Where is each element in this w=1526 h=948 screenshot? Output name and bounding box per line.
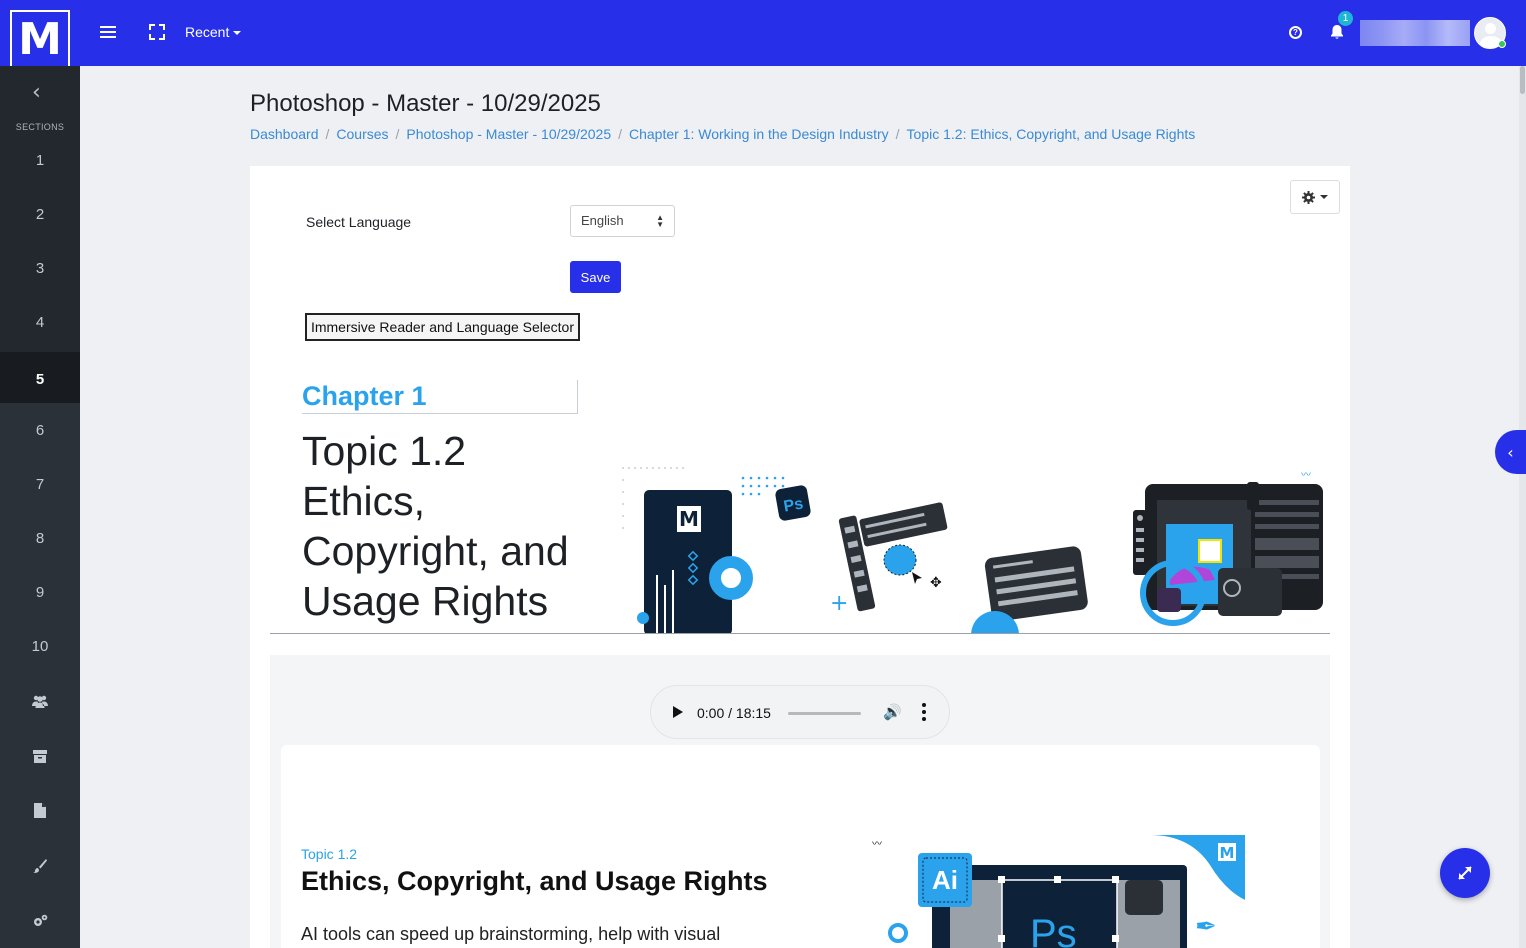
hamburger-menu-icon[interactable] — [100, 22, 116, 42]
section-link-2[interactable]: 2 — [0, 187, 80, 241]
section-link-10[interactable]: 10 — [0, 619, 80, 673]
section-link-6[interactable]: 6 — [0, 403, 80, 457]
caret-down-icon — [1320, 195, 1328, 199]
audio-seek-bar[interactable] — [788, 712, 861, 715]
scrollbar-thumb[interactable] — [1520, 66, 1525, 94]
expand-content-button[interactable] — [1440, 848, 1490, 898]
section-link-4[interactable]: 4 — [0, 295, 80, 349]
notification-count-badge: 1 — [1338, 11, 1353, 26]
svg-text:+: + — [830, 591, 848, 616]
section-link-3[interactable]: 3 — [0, 241, 80, 295]
svg-text:〰: 〰 — [872, 839, 882, 850]
play-icon[interactable] — [673, 706, 683, 718]
chapter-label: Chapter 1 — [302, 381, 427, 411]
chevron-left-icon: ‹ — [1507, 442, 1514, 462]
select-arrows-icon: ▲ ▼ — [656, 213, 664, 229]
more-options-icon[interactable] — [922, 703, 926, 721]
topic-title: Ethics, Copyright, and Usage Rights — [301, 866, 768, 896]
section-link-8[interactable]: 8 — [0, 511, 80, 565]
select-language-label: Select Language — [306, 214, 412, 230]
svg-text:〰: 〰 — [1301, 470, 1311, 481]
chapter-divider — [302, 413, 578, 414]
audio-time: 0:00 / 18:15 — [697, 705, 771, 721]
site-logo[interactable]: M — [10, 10, 70, 70]
svg-text:M: M — [679, 507, 699, 531]
online-status-dot — [1498, 40, 1506, 48]
cogs-icon — [34, 914, 48, 926]
hero-bottom-rule — [270, 633, 1330, 634]
sidebar-brush-button[interactable] — [0, 838, 80, 893]
fullscreen-toggle-icon[interactable] — [148, 23, 166, 41]
file-icon — [34, 803, 46, 818]
svg-text:Ps: Ps — [1030, 912, 1077, 948]
caret-down-icon — [233, 31, 242, 36]
save-button[interactable]: Save — [570, 261, 621, 293]
users-icon — [32, 695, 48, 708]
brush-icon — [33, 858, 47, 873]
svg-text:✒: ✒ — [1195, 912, 1217, 942]
ai-ps-illustration: M Ps Ai ✒ 〰 — [872, 835, 1245, 948]
chapter-divider-vertical — [577, 380, 578, 414]
page-settings-menu-button[interactable] — [1290, 180, 1340, 214]
sidebar-file-button[interactable] — [0, 783, 80, 838]
breadcrumb-item-dashboard[interactable]: Dashboard — [250, 126, 319, 142]
svg-text:✥: ✥ — [930, 575, 942, 591]
breadcrumb-item-courses[interactable]: Courses — [336, 126, 388, 142]
sections-label: SECTIONS — [15, 122, 65, 132]
section-link-7[interactable]: 7 — [0, 457, 80, 511]
page-title: Photoshop - Master - 10/29/2025 — [250, 90, 601, 117]
audio-player[interactable]: 0:00 / 18:15 🔊 — [650, 685, 950, 739]
expand-arrows-icon — [1458, 866, 1472, 880]
course-sidebar: ‹ SECTIONS 1 2 3 4 5 6 7 8 9 10 — [0, 66, 80, 948]
breadcrumb-item-topic[interactable]: Topic 1.2: Ethics, Copyright, and Usage … — [907, 126, 1196, 142]
bell-icon[interactable] — [1330, 24, 1344, 40]
section-link-1[interactable]: 1 — [0, 133, 80, 187]
sidebar-archive-button[interactable] — [0, 728, 80, 783]
volume-icon[interactable]: 🔊 — [883, 703, 902, 721]
recent-dropdown[interactable]: Recent — [185, 24, 242, 40]
language-select[interactable]: English ▲ ▼ — [570, 205, 675, 237]
chevron-left-icon[interactable]: ‹ — [32, 80, 41, 105]
svg-text:Ai: Ai — [932, 865, 958, 895]
question-circle-icon[interactable]: ? — [1289, 26, 1302, 39]
section-link-5[interactable]: 5 — [0, 352, 80, 406]
hero-illustration: M Ps ✥ + 〰 — [622, 467, 1323, 633]
sidebar-settings-button[interactable] — [0, 893, 80, 948]
section-link-9[interactable]: 9 — [0, 565, 80, 619]
topic-heading: Topic 1.2 Ethics, Copyright, and Usage R… — [302, 428, 569, 624]
topic-label: Topic 1.2 — [301, 846, 358, 862]
gear-icon — [1302, 190, 1315, 204]
user-name-blurred[interactable] — [1360, 20, 1470, 46]
sidebar-participants-button[interactable] — [0, 673, 80, 728]
topic-body-text: AI tools can speed up brainstorming, hel… — [301, 924, 721, 944]
breadcrumb-item-chapter[interactable]: Chapter 1: Working in the Design Industr… — [629, 126, 889, 142]
breadcrumb: Dashboard / Courses / Photoshop - Master - 1… — [250, 126, 1196, 142]
breadcrumb-item-course[interactable]: Photoshop - Master - 10/29/2025 — [406, 126, 611, 142]
svg-text:M: M — [1220, 844, 1235, 862]
immersive-reader-button[interactable]: Immersive Reader and Language Selector — [305, 313, 580, 341]
right-drawer-toggle[interactable]: ‹ — [1495, 430, 1526, 474]
page-scrollbar[interactable] — [1519, 66, 1526, 948]
archive-icon — [33, 749, 47, 763]
svg-text:Ps: Ps — [782, 495, 804, 515]
